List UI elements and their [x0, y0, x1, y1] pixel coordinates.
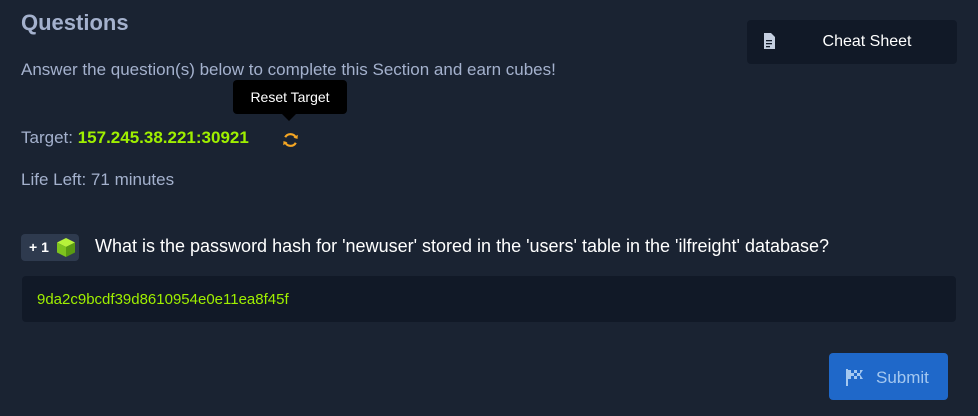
- tooltip-arrow: [282, 114, 296, 121]
- cheat-sheet-button[interactable]: Cheat Sheet: [747, 20, 957, 64]
- cube-reward-badge: + 1: [21, 234, 79, 261]
- reward-count: + 1: [29, 239, 49, 255]
- section-title: Questions: [21, 10, 129, 35]
- section-subtitle: Answer the question(s) below to complete…: [21, 60, 556, 79]
- submit-button[interactable]: Submit: [829, 353, 948, 400]
- question-text: What is the password hash for 'newuser' …: [95, 236, 830, 256]
- answer-input[interactable]: [22, 276, 956, 322]
- answer-field[interactable]: [22, 276, 956, 322]
- target-address: 157.245.38.221:30921: [77, 128, 249, 147]
- cheat-sheet-label: Cheat Sheet: [822, 33, 912, 50]
- life-left: Life Left: 71 minutes: [21, 170, 175, 189]
- reset-target-tooltip: Reset Target: [233, 80, 347, 114]
- target-row: Target: 157.245.38.221:30921: [21, 128, 249, 148]
- target-label: Target:: [21, 128, 78, 147]
- submit-label: Submit: [876, 368, 929, 387]
- cube-icon: [56, 237, 76, 263]
- refresh-icon[interactable]: [282, 132, 299, 153]
- flag-icon: [845, 368, 865, 391]
